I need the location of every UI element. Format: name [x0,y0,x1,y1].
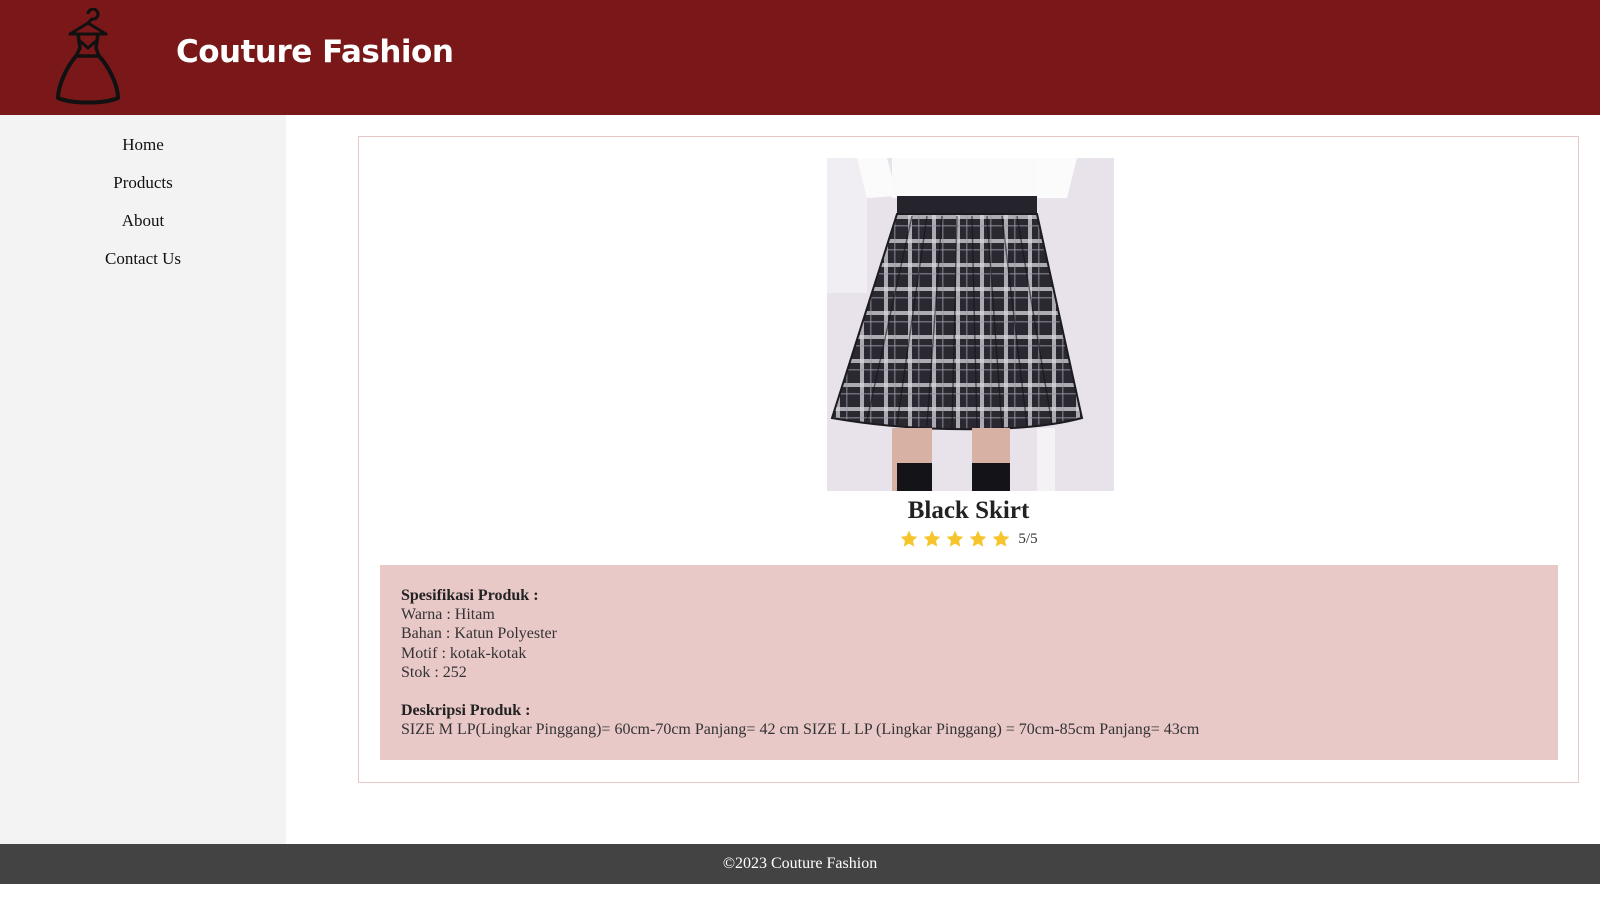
spec-material: Bahan : Katun Polyester [401,625,557,643]
product-image [827,158,1114,491]
main-content: Black Skirt 5/5 Spesifikasi Produk : War… [286,115,1600,844]
product-title: Black Skirt [907,497,1030,524]
spec-color: Warna : Hitam [401,606,495,624]
product-rating: 5/5 [359,529,1578,549]
star-icon [993,530,1010,547]
footer-copyright: ©2023 Couture Fashion [722,855,878,872]
brand-title[interactable]: Couture Fashion [176,34,454,70]
sidebar: Home Products About Contact Us [0,115,286,844]
star-icon [947,530,964,547]
nav-about[interactable]: About [0,202,286,240]
dress-hanger-icon[interactable] [52,8,124,108]
nav-home[interactable]: Home [0,126,286,164]
nav-products[interactable]: Products [0,164,286,202]
spec-heading: Spesifikasi Produk : [401,587,539,604]
description-text: SIZE M LP(Lingkar Pinggang)= 60cm-70cm P… [401,721,1200,739]
spec-stock: Stok : 252 [401,663,467,681]
star-icon [970,530,987,547]
description-heading: Deskripsi Produk : [401,702,531,720]
sidebar-nav: Home Products About Contact Us [0,115,286,278]
product-card: Black Skirt 5/5 Spesifikasi Produk : War… [358,136,1579,783]
star-icon [924,530,941,547]
nav-contact-us[interactable]: Contact Us [0,240,286,278]
star-icon [901,530,918,547]
spec-motif: Motif : kotak-kotak [401,644,527,662]
site-footer: ©2023 Couture Fashion [0,844,1600,884]
product-info-box: Spesifikasi Produk : Warna : Hitam Bahan… [380,565,1558,760]
skirt-image [827,158,1114,491]
rating-text: 5/5 [1018,530,1038,547]
site-header: Couture Fashion [0,0,1600,115]
